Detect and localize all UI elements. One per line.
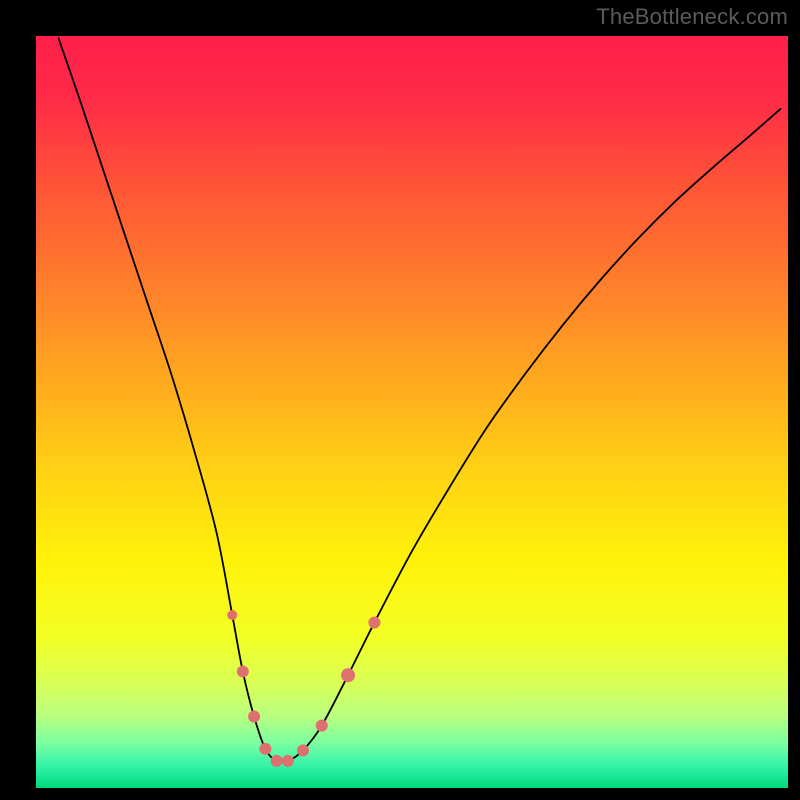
dip-marker <box>297 744 309 756</box>
plot-svg <box>36 36 788 788</box>
attribution-label: TheBottleneck.com <box>596 4 788 30</box>
gradient-background <box>36 36 788 788</box>
dip-marker <box>237 665 249 677</box>
plot-area <box>36 36 788 788</box>
dip-marker <box>282 755 294 767</box>
dip-marker <box>341 668 355 682</box>
dip-marker <box>316 720 328 732</box>
chart-frame: TheBottleneck.com <box>0 0 800 800</box>
dip-marker <box>368 617 380 629</box>
dip-marker <box>227 610 237 620</box>
dip-marker <box>271 755 283 767</box>
dip-marker <box>259 743 271 755</box>
dip-marker <box>248 711 260 723</box>
